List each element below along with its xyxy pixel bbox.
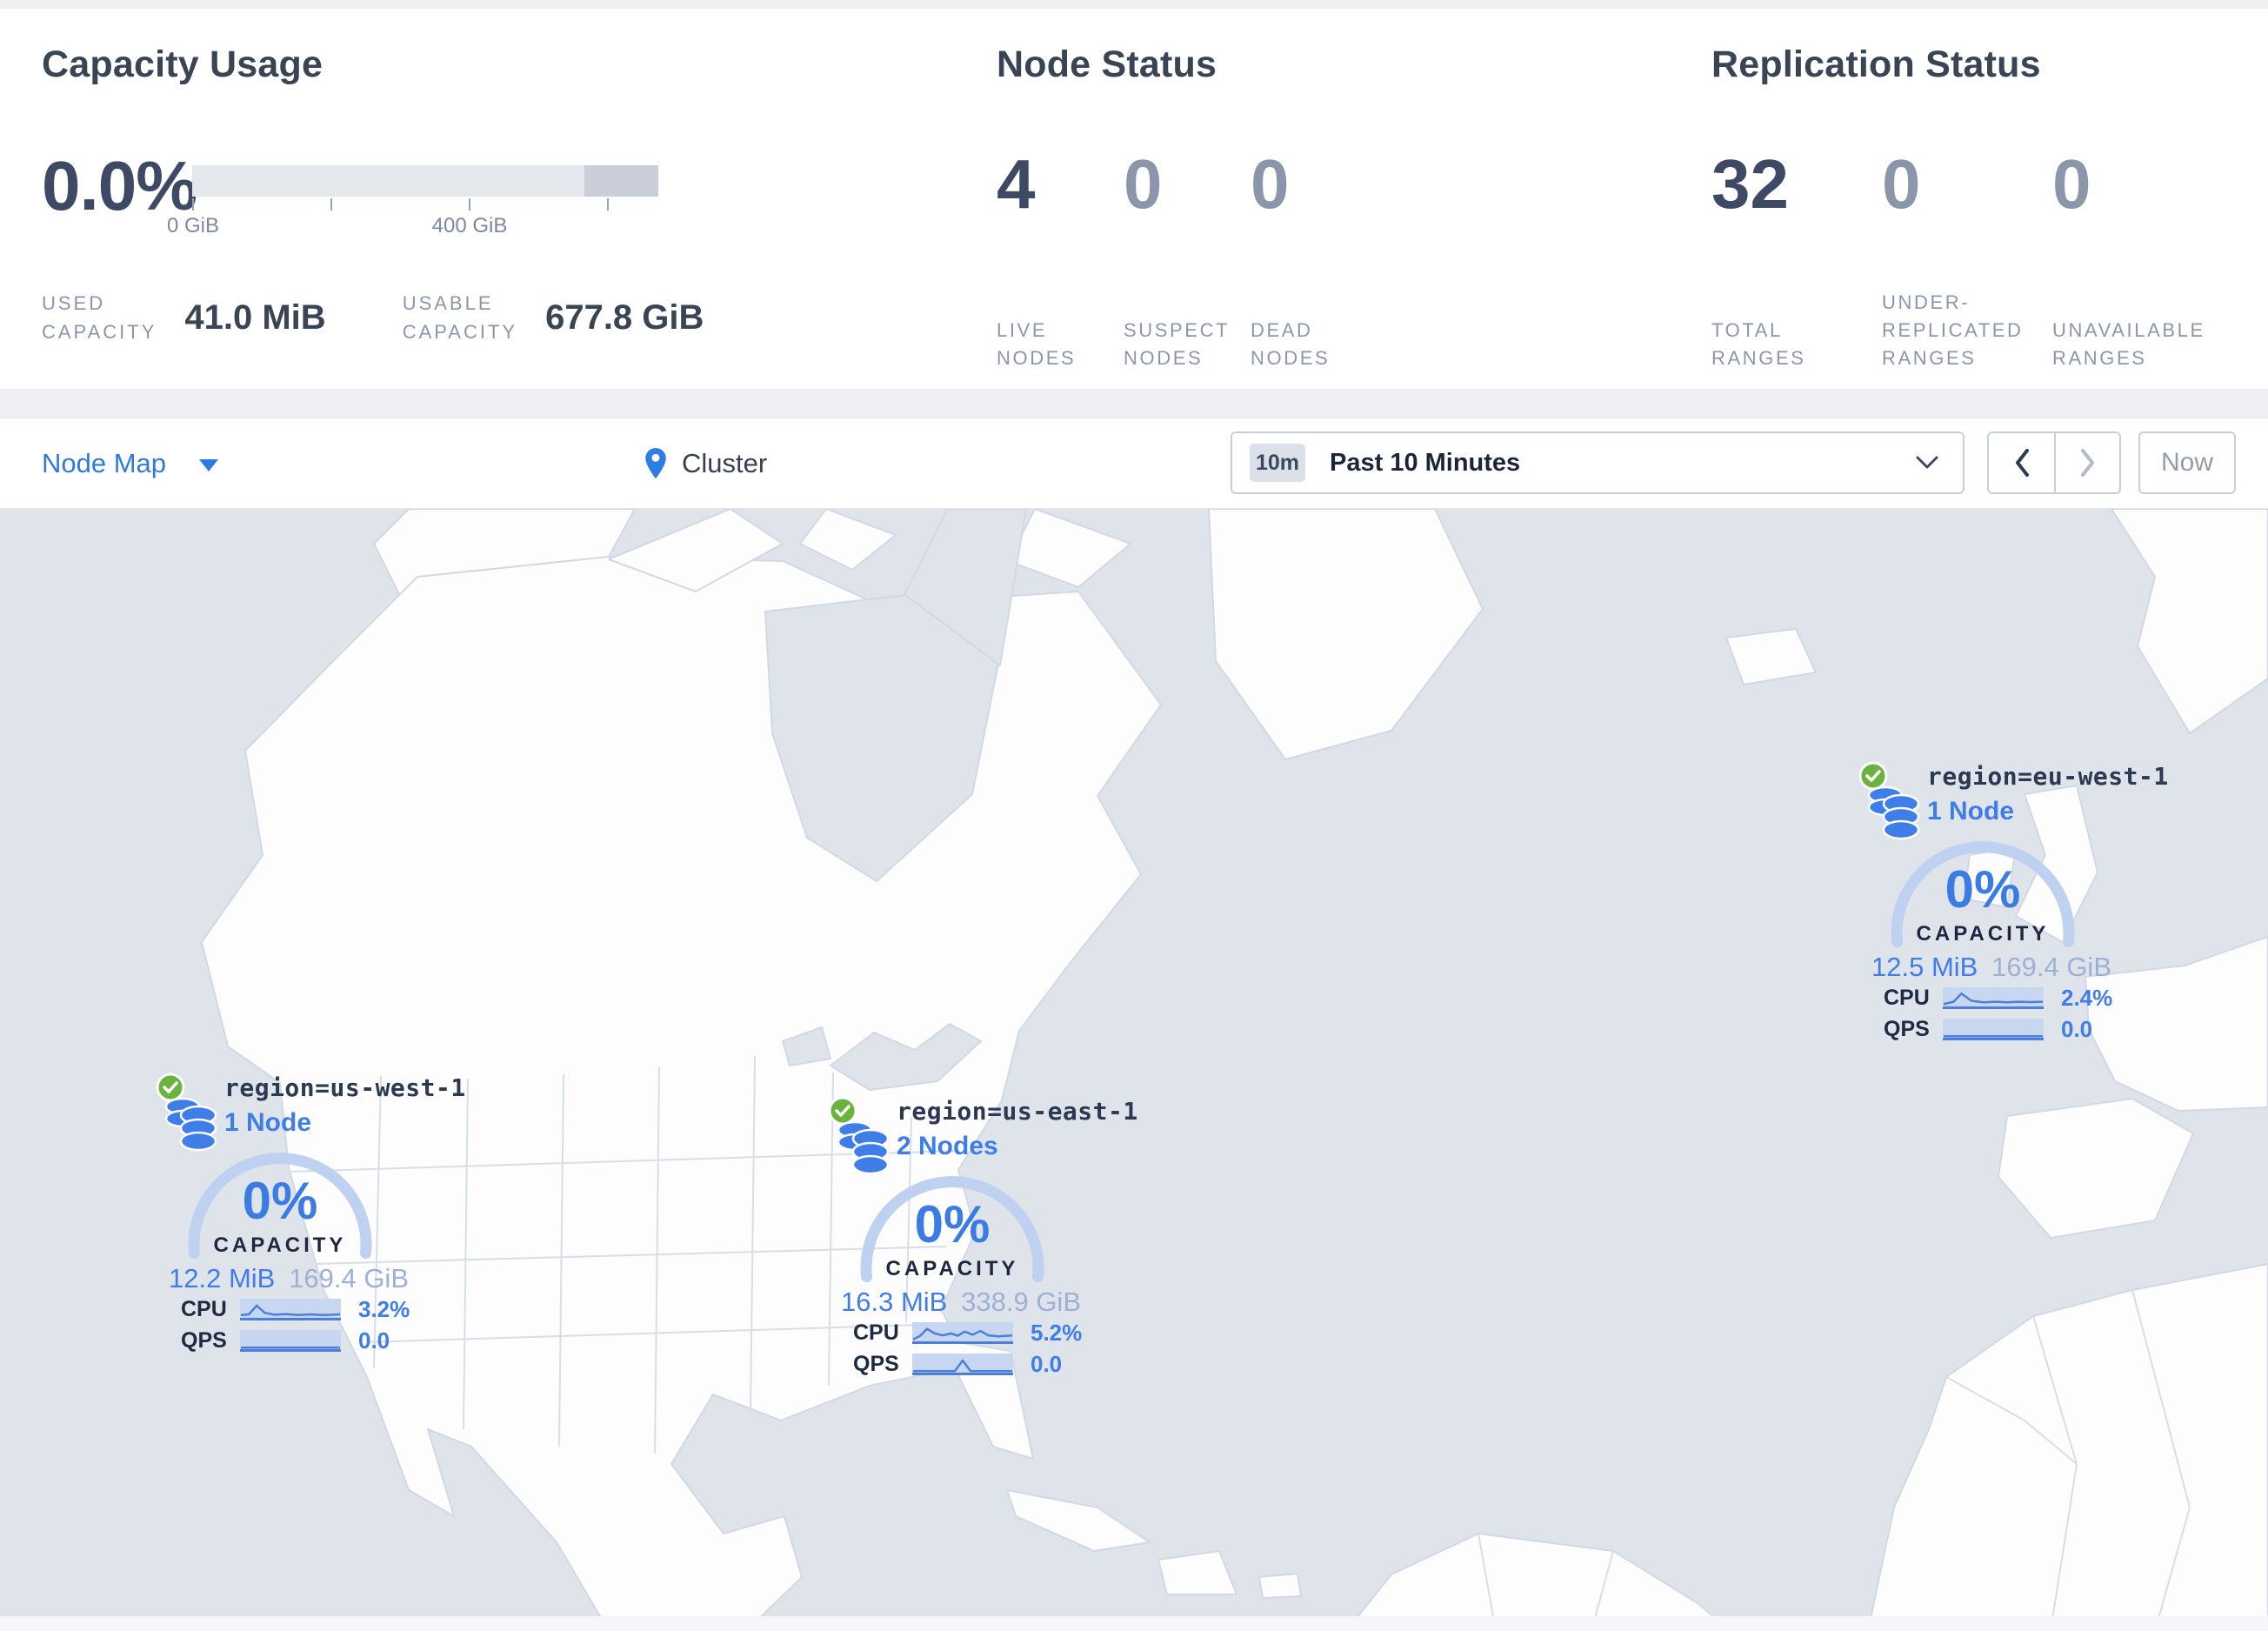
live-nodes-label: LIVE NODES bbox=[997, 319, 1077, 370]
unavailable-ranges-label: UNAVAILABLE RANGES bbox=[2052, 319, 2205, 370]
region-capacity-used: 16.3 MiB bbox=[841, 1287, 948, 1317]
capacity-usage-section: Capacity Usage 0.0% 0 GiB 400 GiB USED C… bbox=[42, 43, 955, 343]
region-name: region=us-west-1 bbox=[224, 1073, 466, 1102]
qps-label: QPS bbox=[1884, 1017, 1930, 1041]
cpu-value: 5.2% bbox=[1031, 1320, 1083, 1346]
region-capacity-used: 12.2 MiB bbox=[169, 1263, 276, 1293]
chevron-left-icon bbox=[2015, 449, 2029, 477]
dead-nodes-label: DEAD NODES bbox=[1251, 319, 1331, 370]
node-status-section: Node Status 4 0 0 LIVE NODES SUSPECT NOD… bbox=[997, 43, 1623, 369]
usable-capacity-value: 677.8 GiB bbox=[545, 297, 704, 337]
capacity-bar: 0 GiB 400 GiB bbox=[167, 165, 658, 240]
suspect-nodes-count: 0 bbox=[1124, 145, 1163, 223]
used-capacity-label: USED CAPACITY bbox=[42, 292, 157, 343]
dropdown-triangle-icon bbox=[199, 458, 219, 471]
unavailable-ranges-count: 0 bbox=[2052, 145, 2091, 223]
replication-status-title: Replication Status bbox=[1711, 43, 2041, 85]
view-selector-dropdown[interactable]: Node Map bbox=[42, 418, 219, 508]
region-name: region=us-east-1 bbox=[897, 1097, 1138, 1126]
region-capacity-percent: 0% bbox=[242, 1172, 318, 1230]
time-window-badge: 10m bbox=[1250, 444, 1305, 482]
suspect-nodes-label: SUSPECT NODES bbox=[1124, 319, 1231, 370]
breadcrumb-label: Cluster bbox=[682, 447, 768, 478]
region-node-count[interactable]: 1 Node bbox=[224, 1108, 311, 1138]
cpu-sparkline bbox=[912, 1322, 1013, 1344]
now-button[interactable]: Now bbox=[2138, 431, 2236, 494]
region-capacity-label: CAPACITY bbox=[885, 1257, 1019, 1280]
region-capacity-percent: 0% bbox=[914, 1195, 991, 1253]
time-step-back-button[interactable] bbox=[1989, 433, 2054, 492]
used-capacity-value: 41.0 MiB bbox=[184, 297, 326, 337]
chevron-down-icon bbox=[1916, 456, 1938, 469]
under-replicated-ranges-label: UNDER- REPLICATED RANGES bbox=[1882, 291, 2024, 370]
usable-capacity-label: USABLE CAPACITY bbox=[402, 292, 518, 343]
qps-label: QPS bbox=[181, 1328, 227, 1353]
region-name: region=eu-west-1 bbox=[1927, 762, 2169, 791]
qps-value: 0.0 bbox=[358, 1327, 390, 1354]
page-bottom-strip bbox=[0, 1616, 2268, 1631]
node-status-title: Node Status bbox=[997, 43, 1217, 85]
qps-value: 0.0 bbox=[2061, 1016, 2093, 1042]
time-step-buttons bbox=[1987, 431, 2121, 494]
dead-nodes-count: 0 bbox=[1251, 145, 1290, 223]
time-step-forward-button[interactable] bbox=[2054, 433, 2119, 492]
chevron-right-icon bbox=[2080, 449, 2094, 477]
region-capacity-label: CAPACITY bbox=[1916, 922, 2050, 946]
qps-label: QPS bbox=[853, 1352, 899, 1376]
capacity-bar-track bbox=[192, 165, 658, 197]
total-ranges-count: 32 bbox=[1711, 145, 1789, 223]
capacity-usage-title: Capacity Usage bbox=[42, 43, 324, 85]
qps-sparkline bbox=[912, 1354, 1013, 1375]
cpu-sparkline bbox=[1943, 987, 2044, 1009]
location-pin-icon bbox=[645, 447, 666, 478]
region-capacity-label: CAPACITY bbox=[213, 1233, 347, 1257]
region-marker-us-east-1[interactable]: region=us-east-1 2 Nodes 0% CAPACITY 16.… bbox=[822, 1092, 1170, 1457]
region-capacity-usable: 169.4 GiB bbox=[1991, 952, 2111, 982]
region-capacity-usable: 338.9 GiB bbox=[961, 1287, 1081, 1317]
time-window-dropdown[interactable]: 10m Past 10 Minutes bbox=[1231, 431, 1964, 494]
capacity-tick-0: 0 GiB bbox=[166, 214, 220, 237]
cpu-label: CPU bbox=[181, 1297, 227, 1321]
region-marker-us-west-1[interactable]: region=us-west-1 1 Node 0% CAPACITY 12.2… bbox=[150, 1068, 497, 1434]
total-ranges-label: TOTAL RANGES bbox=[1711, 319, 1806, 370]
capacity-tick-400: 400 GiB bbox=[431, 214, 508, 237]
cpu-label: CPU bbox=[1884, 986, 1930, 1010]
under-replicated-ranges-count: 0 bbox=[1882, 145, 1921, 223]
time-window-label: Past 10 Minutes bbox=[1330, 448, 1521, 477]
region-node-count[interactable]: 1 Node bbox=[1927, 797, 2014, 826]
region-marker-eu-west-1[interactable]: region=eu-west-1 1 Node 0% CAPACITY 12.5… bbox=[1852, 757, 2200, 1122]
cpu-label: CPU bbox=[853, 1320, 899, 1345]
region-node-count[interactable]: 2 Nodes bbox=[897, 1132, 998, 1161]
capacity-bar-segment bbox=[584, 165, 658, 197]
breadcrumb[interactable]: Cluster bbox=[644, 418, 767, 508]
live-nodes-count: 4 bbox=[997, 145, 1036, 223]
region-capacity-usable: 169.4 GiB bbox=[289, 1263, 409, 1293]
node-map[interactable]: region=us-west-1 1 Node 0% CAPACITY 12.2… bbox=[0, 509, 2268, 1631]
cpu-sparkline bbox=[240, 1299, 341, 1320]
region-capacity-percent: 0% bbox=[1944, 860, 2021, 919]
cpu-value: 2.4% bbox=[2061, 985, 2113, 1011]
qps-sparkline bbox=[240, 1330, 341, 1352]
region-capacity-used: 12.5 MiB bbox=[1871, 952, 1978, 982]
map-toolbar: Node Map Cluster 10m Past 10 Minutes Now bbox=[0, 418, 2268, 509]
capacity-bar-ticks bbox=[192, 198, 658, 212]
cluster-summary-bar: Capacity Usage 0.0% 0 GiB 400 GiB USED C… bbox=[0, 9, 2268, 389]
qps-sparkline bbox=[1943, 1019, 2044, 1040]
view-selector-label: Node Map bbox=[42, 447, 167, 478]
cpu-value: 3.2% bbox=[358, 1296, 410, 1322]
qps-value: 0.0 bbox=[1031, 1351, 1063, 1377]
replication-status-section: Replication Status 32 0 0 TOTAL RANGES U… bbox=[1711, 43, 2251, 369]
